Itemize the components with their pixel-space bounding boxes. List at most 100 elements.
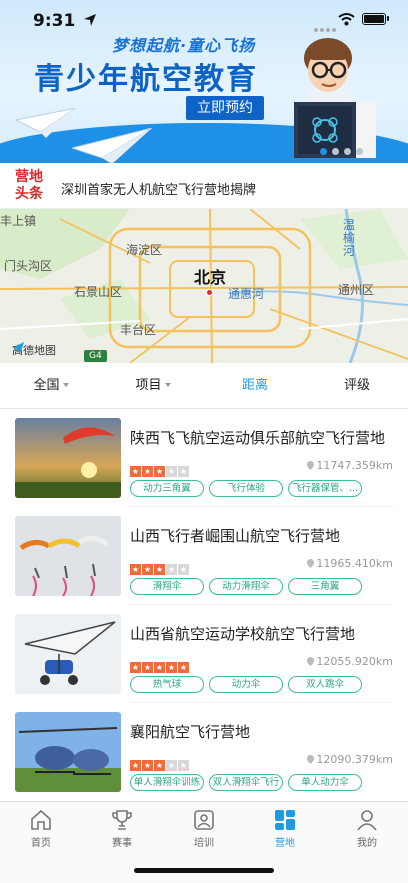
book-now-button[interactable]: 立即预约 (186, 96, 264, 120)
trophy-icon (112, 810, 132, 830)
map-provider-logo: 高德地图 (12, 342, 56, 358)
filter-project[interactable]: 项目 (102, 363, 204, 408)
filter-rating[interactable]: 评级 (306, 363, 408, 408)
map-label: 丰上镇 (0, 214, 37, 228)
location-pin-icon (307, 657, 315, 666)
camp-tag: 双人滑翔伞飞行 (209, 774, 283, 791)
camp-tag: 飞行体验 (209, 480, 283, 497)
chevron-down-icon (62, 383, 69, 387)
filter-label: 评级 (343, 378, 370, 393)
star-icon: ★ (178, 760, 189, 771)
pager-dot (320, 148, 327, 155)
distance: 12090.379km (307, 753, 393, 766)
map-label: 通州区 (338, 283, 375, 297)
distance: 11747.359km (307, 459, 393, 472)
kid-reading-illustration (294, 38, 376, 158)
home-icon (31, 809, 51, 830)
filter-region[interactable]: 全国 (0, 363, 102, 408)
camp-tag: 动力滑翔伞 (209, 578, 283, 595)
camp-tag: 单人滑翔伞训练 (130, 774, 204, 791)
battery-icon (362, 13, 386, 25)
tab-home[interactable]: 首页 (11, 808, 71, 849)
location-pin-icon (307, 461, 315, 470)
news-tag-line: 营地 (15, 169, 43, 185)
camp-tag: 滑翔伞 (130, 578, 204, 595)
rating-stars: ★ ★ ★ ★ ★ (130, 459, 190, 477)
camp-photo (15, 418, 121, 498)
location-arrow-icon (84, 14, 96, 26)
location-pin-icon (307, 755, 315, 764)
training-icon (194, 810, 214, 830)
banner-pager (320, 140, 368, 159)
home-indicator (134, 868, 274, 873)
star-icon: ★ (166, 662, 177, 673)
status-bar: 9:31 (0, 0, 408, 40)
star-icon: ★ (178, 662, 189, 673)
star-icon: ★ (154, 564, 165, 575)
star-icon: ★ (142, 760, 153, 771)
news-ticker[interactable]: 营地 头条 深圳首家无人机航空飞行营地揭牌 (0, 163, 408, 209)
news-tag: 营地 头条 (12, 169, 46, 203)
map-label: 门头沟区 (4, 259, 53, 273)
map-label: 温榆河 (343, 218, 356, 258)
camp-tag: 动力三角翼 (130, 480, 204, 497)
camp-list-item[interactable]: 山西飞行者崛围山航空飞行营地 ★ ★ ★ ★ ★ 11965.410km 滑翔伞 动力滑… (0, 507, 408, 605)
filter-distance[interactable]: 距离 (204, 363, 306, 408)
distance-text: 11965.410km (316, 557, 393, 570)
pager-dot (344, 148, 351, 155)
promo-banner[interactable]: 梦想起航·童心飞扬 青少年航空教育 立即预约 9:31 (0, 0, 408, 163)
map-city-label: 北京 (194, 268, 227, 287)
star-icon: ★ (154, 760, 165, 771)
camp-map[interactable]: 丰上镇 海淀区 门头沟区 石景山区 丰台区 通惠河 通州区 温榆河 北京 高德地… (0, 209, 408, 363)
rating-stars: ★ ★ ★ ★ ★ (130, 655, 190, 673)
distance-text: 12055.920km (316, 655, 393, 668)
tab-label: 我的 (357, 838, 377, 849)
camp-list-item[interactable]: 陕西飞飞航空运动俱乐部航空飞行营地 ★ ★ ★ ★ ★ 11747.359km 动力三角… (0, 409, 408, 507)
profile-icon (357, 810, 377, 831)
news-headline[interactable]: 深圳首家无人机航空飞行营地揭牌 (61, 179, 256, 198)
news-tag-line: 头条 (15, 186, 43, 202)
tab-label: 培训 (194, 838, 214, 849)
star-icon: ★ (142, 564, 153, 575)
star-icon: ★ (130, 466, 141, 477)
paper-plane-icon (16, 108, 76, 138)
tab-profile[interactable]: 我的 (337, 808, 397, 849)
pager-dot (356, 148, 363, 155)
camp-tag: 热气球 (130, 676, 204, 693)
highway-badge: G4 (84, 350, 107, 362)
camp-tag: 单人动力伞 (288, 774, 362, 791)
tab-events[interactable]: 赛事 (92, 808, 152, 849)
tab-label: 赛事 (112, 838, 132, 849)
map-label: 海淀区 (126, 243, 163, 257)
camp-tag: 双人跳伞 (288, 676, 362, 693)
distance-text: 11747.359km (316, 459, 393, 472)
camp-title: 陕西飞飞航空运动俱乐部航空飞行营地 (130, 429, 386, 447)
tab-camp[interactable]: 营地 (255, 808, 315, 849)
location-pin-icon (307, 559, 315, 568)
camp-title: 山西省航空运动学校航空飞行营地 (130, 625, 356, 643)
tab-training[interactable]: 培训 (174, 808, 234, 849)
star-icon: ★ (178, 466, 189, 477)
map-label: 通惠河 (228, 287, 265, 301)
filter-bar: 全国 项目 距离 评级 (0, 363, 408, 409)
filter-label: 全国 (33, 378, 60, 393)
tab-label: 营地 (275, 838, 295, 849)
filter-label: 项目 (135, 378, 162, 393)
camp-title: 山西飞行者崛围山航空飞行营地 (130, 527, 341, 545)
camp-photo (15, 614, 121, 694)
star-icon: ★ (130, 760, 141, 771)
signal-icon (314, 17, 338, 36)
rating-stars: ★ ★ ★ ★ ★ (130, 557, 190, 575)
star-icon: ★ (166, 760, 177, 771)
camp-list-item[interactable]: 襄阳航空飞行营地 ★ ★ ★ ★ ★ 12090.379km 单人滑翔伞训练 双人滑翔伞… (0, 703, 408, 801)
rating-stars: ★ ★ ★ ★ ★ (130, 753, 190, 771)
star-icon: ★ (166, 466, 177, 477)
banner-headline: 青少年航空教育 (34, 62, 258, 97)
map-label: 丰台区 (120, 323, 157, 337)
map-label: 石景山区 (74, 285, 123, 299)
camp-photo (15, 516, 121, 596)
tab-label: 首页 (31, 838, 51, 849)
camp-tag: 三角翼 (288, 578, 362, 595)
star-icon: ★ (142, 662, 153, 673)
camp-list-item[interactable]: 山西省航空运动学校航空飞行营地 ★ ★ ★ ★ ★ 12055.920km 热气球 动力… (0, 605, 408, 703)
